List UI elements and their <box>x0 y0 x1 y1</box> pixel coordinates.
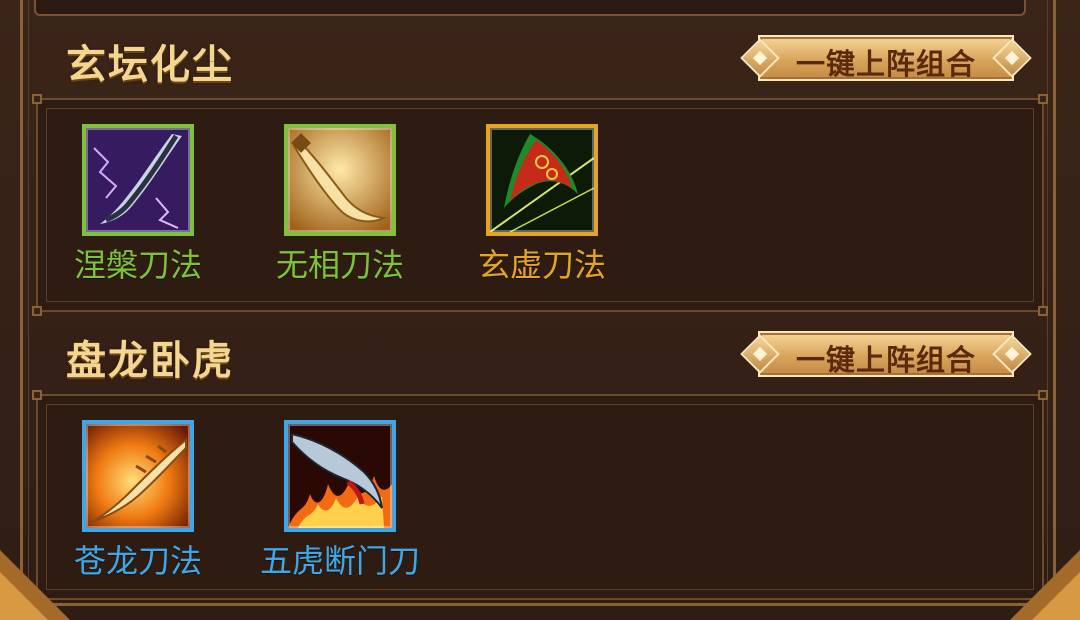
skill-name: 涅槃刀法 <box>73 246 202 284</box>
deploy-combo-button-1[interactable]: 一键上阵组合 <box>740 35 1032 81</box>
skill-item[interactable]: 五虎断门刀 <box>240 420 420 590</box>
skill-name: 玄虚刀法 <box>477 246 606 284</box>
skill-item[interactable]: 玄虚刀法 <box>442 124 606 294</box>
corner-knot <box>1038 390 1048 400</box>
skill-name: 五虎断门刀 <box>259 542 420 580</box>
skill-item[interactable]: 无相刀法 <box>240 124 404 294</box>
flame-blade-icon[interactable] <box>284 420 396 532</box>
deploy-combo-label: 一键上阵组合 <box>795 47 976 81</box>
skill-name: 无相刀法 <box>275 246 404 284</box>
skill-combo-window: 玄坛化尘 一键上阵组合 涅槃刀法 无相刀法 玄虚刀法 盘龙卧虎 一键上阵组合 苍… <box>0 0 1080 620</box>
corner-knot <box>32 306 42 316</box>
corner-knot <box>1038 306 1048 316</box>
fire-dragon-blade-icon[interactable] <box>82 420 194 532</box>
skill-item[interactable]: 涅槃刀法 <box>38 124 202 294</box>
golden-blade-icon[interactable] <box>284 124 396 236</box>
frame-corner-ornament <box>0 572 48 620</box>
section-title-1: 玄坛化尘 <box>66 41 234 88</box>
skill-panel-1: 涅槃刀法 无相刀法 玄虚刀法 <box>32 94 1048 316</box>
corner-knot <box>32 94 42 104</box>
corner-knot <box>1038 94 1048 104</box>
corner-knot <box>32 390 42 400</box>
deploy-combo-button-2[interactable]: 一键上阵组合 <box>740 331 1032 377</box>
ornate-red-blade-icon[interactable] <box>486 124 598 236</box>
lightning-blade-icon[interactable] <box>82 124 194 236</box>
skill-panel-2: 苍龙刀法 五虎断门刀 <box>32 390 1048 600</box>
frame-corner-ornament <box>1032 572 1080 620</box>
section-title-2: 盘龙卧虎 <box>66 337 234 384</box>
deploy-combo-label: 一键上阵组合 <box>795 343 976 377</box>
